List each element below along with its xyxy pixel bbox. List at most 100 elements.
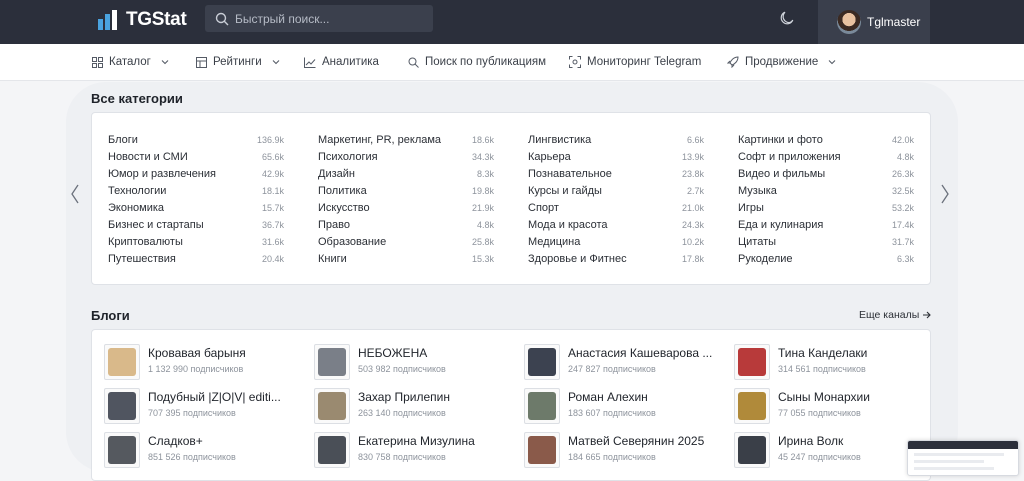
channel-avatar: [314, 432, 350, 468]
categories-title: Все категории: [91, 91, 183, 106]
channel-card[interactable]: Анастасия Кашеварова ... 247 827 подписчи…: [524, 344, 724, 380]
channel-avatar: [104, 432, 140, 468]
category-item[interactable]: Книги 15.3k: [318, 251, 494, 268]
nav-item-monitoring[interactable]: Мониторинг Telegram: [569, 44, 701, 80]
category-item[interactable]: Медицина 10.2k: [528, 234, 704, 251]
channel-card[interactable]: НЕБОЖЕНА 503 982 подписчиков: [314, 344, 514, 380]
category-item[interactable]: Здоровье и Фитнес 17.8k: [528, 251, 704, 268]
carousel-next-button[interactable]: [940, 183, 950, 211]
category-name: Картинки и фото: [738, 133, 823, 146]
category-item[interactable]: Рукоделие 6.3k: [738, 251, 914, 268]
category-item[interactable]: Еда и кулинария 17.4k: [738, 216, 914, 233]
category-item[interactable]: Мода и красота 24.3k: [528, 216, 704, 233]
table-icon: [196, 56, 207, 68]
category-name: Познавательное: [528, 167, 612, 180]
grid-icon: [92, 56, 103, 68]
more-channels-link[interactable]: Еще каналы: [859, 309, 932, 321]
category-item[interactable]: Картинки и фото 42.0k: [738, 131, 914, 148]
category-count: 34.3k: [471, 151, 494, 162]
category-count: 26.3k: [891, 168, 914, 179]
nav-item-catalog[interactable]: Каталог: [92, 44, 169, 80]
search-box[interactable]: [205, 5, 433, 32]
category-item[interactable]: Экономика 15.7k: [108, 199, 284, 216]
category-item[interactable]: Спорт 21.0k: [528, 199, 704, 216]
category-item[interactable]: Дизайн 8.3k: [318, 165, 494, 182]
channel-card[interactable]: Сладков+ 851 526 подписчиков: [104, 432, 304, 468]
chevron-down-icon: [272, 60, 280, 65]
category-count: 23.8k: [681, 168, 704, 179]
channel-card[interactable]: Кровавая барыня 1 132 990 подписчиков: [104, 344, 304, 380]
channel-subscribers: 247 827 подписчиков: [568, 364, 656, 374]
channel-card[interactable]: Ирина Волк 45 247 подписчиков: [734, 432, 934, 468]
category-count: 13.9k: [681, 151, 704, 162]
channel-subscribers: 707 395 подписчиков: [148, 408, 236, 418]
channel-avatar: [104, 344, 140, 380]
category-item[interactable]: Карьера 13.9k: [528, 148, 704, 165]
channel-name: Кровавая барыня: [148, 346, 246, 360]
channel-name: НЕБОЖЕНА: [358, 346, 428, 360]
avatar: [837, 10, 861, 34]
category-item[interactable]: Курсы и гайды 2.7k: [528, 182, 704, 199]
category-item[interactable]: Софт и приложения 4.8k: [738, 148, 914, 165]
category-item[interactable]: Технологии 18.1k: [108, 182, 284, 199]
channel-name: Матвей Северянин 2025: [568, 434, 705, 448]
logo-text: TGStat: [126, 9, 187, 30]
category-item[interactable]: Искусство 21.9k: [318, 199, 494, 216]
user-menu[interactable]: Tglmaster: [818, 0, 930, 44]
category-item[interactable]: Цитаты 31.7k: [738, 234, 914, 251]
channel-name: Роман Алехин: [568, 390, 648, 404]
top-bar: TGStat Tglmaster: [0, 0, 1024, 44]
category-item[interactable]: Видео и фильмы 26.3k: [738, 165, 914, 182]
category-item[interactable]: Музыка 32.5k: [738, 182, 914, 199]
nav-item-analytics[interactable]: Аналитика: [304, 44, 379, 80]
page-preview-thumbnail[interactable]: [907, 440, 1019, 476]
category-count: 32.5k: [891, 185, 914, 196]
channel-card[interactable]: Тина Канделаки 314 561 подписчиков: [734, 344, 934, 380]
chevron-right-icon: [941, 184, 949, 204]
nav-item-promotion[interactable]: Продвижение: [727, 44, 836, 80]
category-count: 6.6k: [686, 134, 704, 145]
category-column: Лингвистика 6.6k Карьера 13.9k Познавательно…: [528, 131, 704, 268]
category-item[interactable]: Юмор и развлечения 42.9k: [108, 165, 284, 182]
category-item[interactable]: Право 4.8k: [318, 216, 494, 233]
category-count: 36.7k: [261, 220, 284, 231]
category-item[interactable]: Психология 34.3k: [318, 148, 494, 165]
nav-item-label: Аналитика: [322, 56, 379, 68]
category-item[interactable]: Познавательное 23.8k: [528, 165, 704, 182]
blogs-title: Блоги: [91, 308, 130, 323]
channel-subscribers: 77 055 подписчиков: [778, 408, 861, 418]
category-item[interactable]: Новости и СМИ 65.6k: [108, 148, 284, 165]
moon-icon[interactable]: [779, 10, 795, 26]
channel-card[interactable]: Захар Прилепин 263 140 подписчиков: [314, 388, 514, 424]
category-item[interactable]: Криптовалюты 31.6k: [108, 234, 284, 251]
category-item[interactable]: Лингвистика 6.6k: [528, 131, 704, 148]
channel-name: Захар Прилепин: [358, 390, 450, 404]
category-item[interactable]: Образование 25.8k: [318, 234, 494, 251]
category-item[interactable]: Политика 19.8k: [318, 182, 494, 199]
logo[interactable]: TGStat: [98, 9, 187, 31]
category-item[interactable]: Бизнес и стартапы 36.7k: [108, 216, 284, 233]
channel-card[interactable]: Екатерина Мизулина 830 758 подписчиков: [314, 432, 514, 468]
category-count: 4.8k: [896, 151, 914, 162]
category-count: 4.8k: [476, 220, 494, 231]
nav-item-ratings[interactable]: Рейтинги: [196, 44, 280, 80]
channel-avatar: [734, 432, 770, 468]
channel-subscribers: 263 140 подписчиков: [358, 408, 446, 418]
channel-card[interactable]: Сыны Монархии 77 055 подписчиков: [734, 388, 934, 424]
category-item[interactable]: Путешествия 20.4k: [108, 251, 284, 268]
nav-item-search-publications[interactable]: Поиск по публикациям: [408, 44, 546, 80]
category-item[interactable]: Маркетинг, PR, реклама 18.6k: [318, 131, 494, 148]
channel-card[interactable]: Подубный |Z|O|V| editi... 707 395 подписч…: [104, 388, 304, 424]
rocket-icon: [727, 56, 739, 68]
category-name: Технологии: [108, 184, 167, 197]
search-input[interactable]: [233, 10, 427, 27]
category-name: Музыка: [738, 184, 777, 197]
category-item[interactable]: Игры 53.2k: [738, 199, 914, 216]
carousel-prev-button[interactable]: [70, 183, 80, 211]
category-item[interactable]: Блоги 136.9k: [108, 131, 284, 148]
category-name: Спорт: [528, 201, 559, 214]
category-count: 2.7k: [686, 185, 704, 196]
channel-card[interactable]: Матвей Северянин 2025 184 665 подписчиков: [524, 432, 724, 468]
channel-card[interactable]: Роман Алехин 183 607 подписчиков: [524, 388, 724, 424]
nav-item-label: Поиск по публикациям: [425, 56, 547, 68]
